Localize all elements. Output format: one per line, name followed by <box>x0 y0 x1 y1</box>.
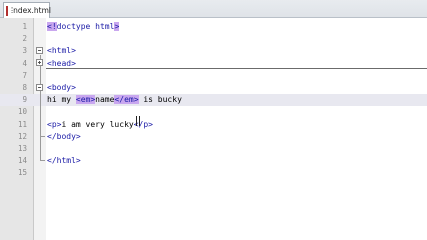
line-number: 15 <box>17 168 27 178</box>
text-token: i am very lucky <box>61 119 134 129</box>
code-line[interactable]: 7 <box>0 70 427 82</box>
code-text: <html> <box>47 45 76 57</box>
line-number: 11 <box>17 119 27 129</box>
code-line[interactable]: 8 <body> <box>0 82 427 94</box>
fold-guide <box>40 55 41 161</box>
line-number: 3 <box>22 46 27 56</box>
text-token: name <box>95 95 115 105</box>
fold-end-body <box>40 136 45 137</box>
tag-token: </em> <box>114 95 139 105</box>
tag-token: doctype html <box>56 22 115 31</box>
text-token: hi my <box>47 95 76 105</box>
code-text: </html> <box>47 155 81 167</box>
collapsed-region-line <box>46 68 427 69</box>
line-number: 9 <box>22 95 27 105</box>
code-text: <!doctype html> <box>47 21 120 33</box>
text-token: is bucky <box>138 95 182 105</box>
fold-toggle-body[interactable] <box>36 84 43 91</box>
line-number: 4 <box>22 58 27 68</box>
line-number: 2 <box>22 34 27 44</box>
tag-token: <body> <box>47 83 76 92</box>
tab-label: index.html <box>11 6 51 15</box>
html-file-icon <box>6 5 13 16</box>
code-line[interactable]: 1 <!doctype html> <box>0 21 427 33</box>
tab-index-html[interactable]: index.html <box>3 2 51 18</box>
line-number: 8 <box>22 83 27 92</box>
tab-bar: index.html <box>0 0 427 18</box>
fold-end-html <box>40 160 45 161</box>
tag-token: </body> <box>47 131 81 141</box>
tag-token: </html> <box>47 156 81 166</box>
code-line[interactable]: 13 <box>0 143 427 155</box>
code-line[interactable]: 10 <box>0 106 427 118</box>
fold-toggle-html[interactable] <box>36 47 43 54</box>
code-text: hi my <em>name</em> is bucky <box>47 94 182 106</box>
code-line[interactable]: 14 </html> <box>0 155 427 167</box>
code-line[interactable]: 11 <p>i am very lucky</p> <box>0 119 427 131</box>
tag-token: <html> <box>47 46 76 56</box>
tag-token: <head> <box>47 58 76 68</box>
code-text: <body> <box>47 82 76 94</box>
code-text: </body> <box>47 131 81 143</box>
tag-token: > <box>114 22 120 31</box>
code-line[interactable]: 2 <box>0 33 427 45</box>
text-cursor-icon <box>136 116 140 126</box>
tag-token: <! <box>47 22 57 31</box>
tag-token: <em> <box>75 95 96 105</box>
code-line[interactable]: 9 hi my <em>name</em> is bucky <box>0 94 427 107</box>
expand-head-icon[interactable] <box>36 59 43 66</box>
line-number: 10 <box>17 107 27 117</box>
line-number: 7 <box>22 70 27 80</box>
line-number: 1 <box>22 22 27 31</box>
line-number: 14 <box>17 156 27 166</box>
line-number: 13 <box>17 144 27 153</box>
code-line[interactable]: 3 <html> <box>0 45 427 57</box>
code-line[interactable]: 12 </body> <box>0 131 427 143</box>
line-number: 12 <box>17 131 27 141</box>
tag-token: <p> <box>47 119 62 129</box>
code-line[interactable]: 15 <box>0 167 427 179</box>
